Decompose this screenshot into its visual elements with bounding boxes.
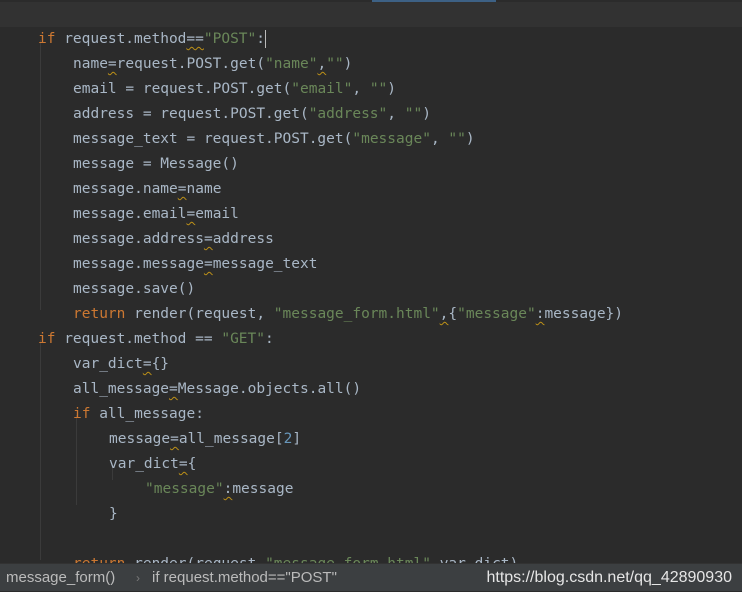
code-line[interactable]: message=all_message[2]: [0, 402, 742, 447]
code-line[interactable]: [0, 502, 742, 527]
code-line[interactable]: message.message=message_text: [0, 227, 742, 272]
code-line[interactable]: return render(request, "message_form.htm…: [0, 277, 742, 322]
code-line[interactable]: return render(request,"message_form.html…: [0, 527, 742, 563]
breadcrumb-statement[interactable]: if request.method=="POST": [152, 564, 337, 592]
code-line[interactable]: name=request.POST.get("name",""): [0, 27, 742, 72]
code-line[interactable]: var_dict={: [0, 427, 742, 472]
code-line[interactable]: message.name=name: [0, 152, 742, 197]
code-line[interactable]: message.save(): [0, 252, 742, 297]
watermark: https://blog.csdn.net/qq_42890930: [486, 569, 732, 586]
code-line[interactable]: if request.method=="POST":: [0, 2, 742, 48]
code-line[interactable]: if all_message:: [0, 377, 742, 422]
code-line[interactable]: message.email=email: [0, 177, 742, 222]
code-line[interactable]: message_text = request.POST.get("message…: [0, 102, 742, 147]
code-line[interactable]: }: [0, 477, 742, 522]
code-line[interactable]: "message":message: [0, 452, 742, 497]
breadcrumb-bar: message_form() › if request.method=="POS…: [0, 563, 742, 591]
code-line[interactable]: message = Message(): [0, 127, 742, 172]
code-line-text: return render(request,"message_form.html…: [73, 552, 518, 563]
code-line[interactable]: if request.method == "GET":: [0, 302, 742, 347]
code-line[interactable]: message.address=address: [0, 202, 742, 247]
code-line[interactable]: var_dict={}: [0, 327, 742, 372]
code-line[interactable]: all_message=Message.objects.all(): [0, 352, 742, 397]
breadcrumb-function[interactable]: message_form(): [6, 564, 115, 592]
code-editor[interactable]: if request.method=="POST": name=request.…: [0, 0, 742, 563]
code-line[interactable]: email = request.POST.get("email", ""): [0, 52, 742, 97]
chevron-right-icon: ›: [136, 571, 140, 585]
code-line[interactable]: address = request.POST.get("address", ""…: [0, 77, 742, 122]
